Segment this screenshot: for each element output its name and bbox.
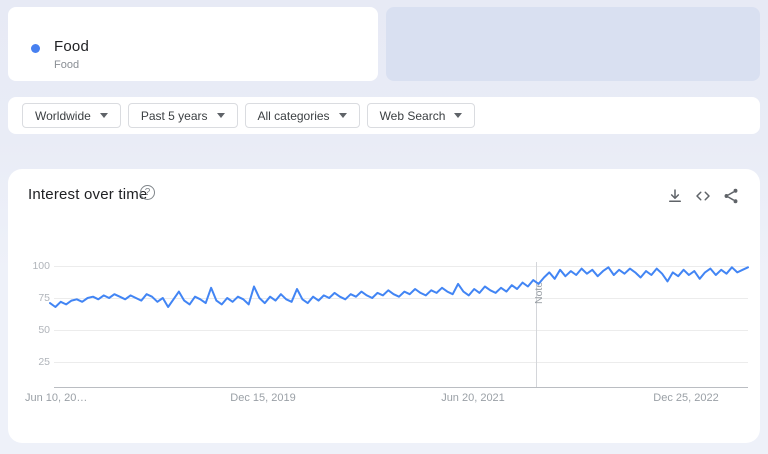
chevron-down-icon — [100, 113, 108, 118]
chevron-down-icon — [454, 113, 462, 118]
category-filter-label: All categories — [258, 109, 330, 123]
search-type-filter-dropdown[interactable]: Web Search — [367, 103, 476, 128]
trend-line-chart — [46, 258, 752, 392]
category-filter-dropdown[interactable]: All categories — [245, 103, 360, 128]
time-filter-dropdown[interactable]: Past 5 years — [128, 103, 238, 128]
geo-filter-dropdown[interactable]: Worldwide — [22, 103, 121, 128]
x-tick-start: Jun 10, 20… — [25, 392, 87, 404]
filter-bar: Worldwide Past 5 years All categories We… — [8, 97, 760, 134]
search-type-filter-label: Web Search — [380, 109, 446, 123]
geo-filter-label: Worldwide — [35, 109, 91, 123]
x-tick-2: Jun 20, 2021 — [415, 392, 531, 404]
chevron-down-icon — [339, 113, 347, 118]
chevron-down-icon — [217, 113, 225, 118]
trend-plot-area[interactable]: 100 75 50 25 Note Jun 10, 20… Dec 15, 20… — [8, 169, 760, 443]
search-term-subtitle: Food — [54, 59, 79, 71]
series-color-dot — [31, 44, 40, 53]
search-term-card[interactable]: Food Food — [8, 7, 378, 81]
interest-over-time-card: Interest over time ? 100 75 — [8, 169, 760, 443]
compare-add-button[interactable]: + Compare — [386, 7, 760, 81]
x-tick-1: Dec 15, 2019 — [205, 392, 321, 404]
search-term-title: Food — [54, 38, 89, 55]
time-filter-label: Past 5 years — [141, 109, 208, 123]
x-tick-3: Dec 25, 2022 — [628, 392, 744, 404]
